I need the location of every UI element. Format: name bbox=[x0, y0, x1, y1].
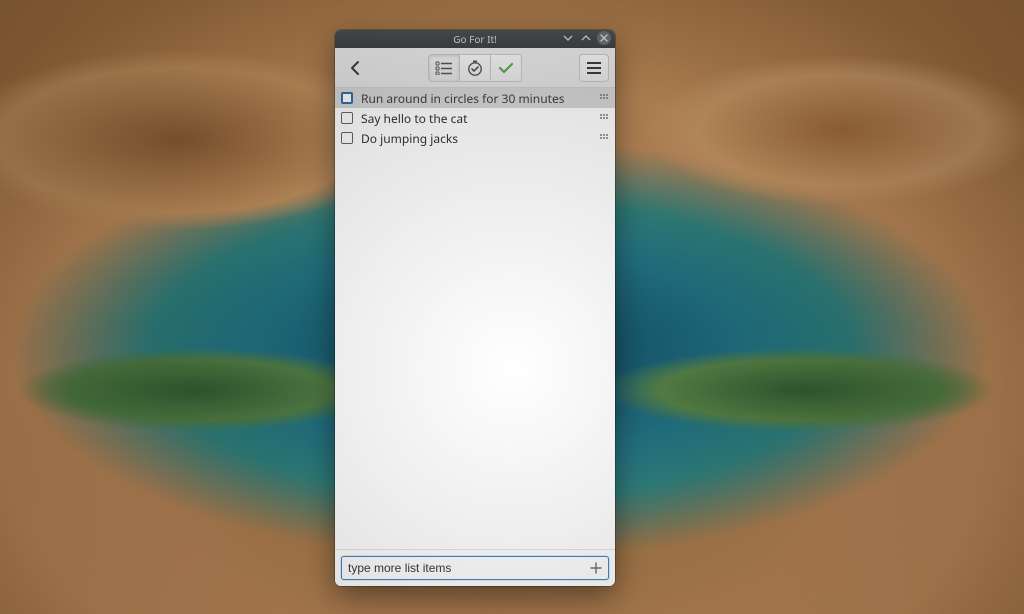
task-list[interactable]: Run around in circles for 30 minutes Say … bbox=[335, 88, 615, 549]
add-item-button[interactable] bbox=[590, 562, 602, 574]
task-drag-handle[interactable] bbox=[599, 93, 609, 103]
chevron-down-icon bbox=[563, 33, 573, 43]
toolbar bbox=[335, 48, 615, 88]
back-button[interactable] bbox=[341, 54, 371, 82]
window-titlebar[interactable]: Go For It! bbox=[335, 30, 615, 48]
task-checkbox[interactable] bbox=[341, 112, 353, 124]
footer bbox=[335, 549, 615, 586]
window-title: Go For It! bbox=[453, 32, 497, 46]
task-drag-handle[interactable] bbox=[599, 133, 609, 143]
task-checkbox[interactable] bbox=[341, 132, 353, 144]
chevron-up-icon bbox=[581, 33, 591, 43]
drag-handle-icon bbox=[599, 93, 609, 103]
drag-handle-icon bbox=[599, 113, 609, 123]
task-row[interactable]: Do jumping jacks bbox=[335, 128, 615, 148]
task-checkbox[interactable] bbox=[341, 92, 353, 104]
task-row[interactable]: Say hello to the cat bbox=[335, 108, 615, 128]
close-button[interactable] bbox=[597, 31, 611, 45]
hamburger-icon bbox=[586, 61, 602, 75]
check-icon bbox=[497, 59, 515, 77]
tab-done[interactable] bbox=[490, 54, 522, 82]
maximize-button[interactable] bbox=[579, 31, 593, 45]
tab-timer[interactable] bbox=[459, 54, 490, 82]
task-label: Run around in circles for 30 minutes bbox=[361, 90, 591, 107]
list-bullets-icon bbox=[435, 61, 453, 75]
timer-check-icon bbox=[466, 59, 484, 77]
plus-icon bbox=[590, 562, 602, 574]
task-row[interactable]: Run around in circles for 30 minutes bbox=[335, 88, 615, 108]
minimize-button[interactable] bbox=[561, 31, 575, 45]
close-icon bbox=[600, 34, 608, 42]
drag-handle-icon bbox=[599, 133, 609, 143]
view-switcher bbox=[428, 54, 522, 82]
window-controls bbox=[561, 31, 611, 45]
app-window: Go For It! bbox=[335, 30, 615, 586]
desktop-background: Go For It! bbox=[0, 0, 1024, 614]
task-drag-handle[interactable] bbox=[599, 113, 609, 123]
task-label: Do jumping jacks bbox=[361, 130, 591, 147]
new-item-input[interactable] bbox=[348, 561, 590, 575]
tab-todo-list[interactable] bbox=[428, 54, 459, 82]
chevron-left-icon bbox=[347, 59, 365, 77]
task-label: Say hello to the cat bbox=[361, 110, 591, 127]
new-item-input-wrap[interactable] bbox=[341, 556, 609, 580]
menu-button[interactable] bbox=[579, 54, 609, 82]
